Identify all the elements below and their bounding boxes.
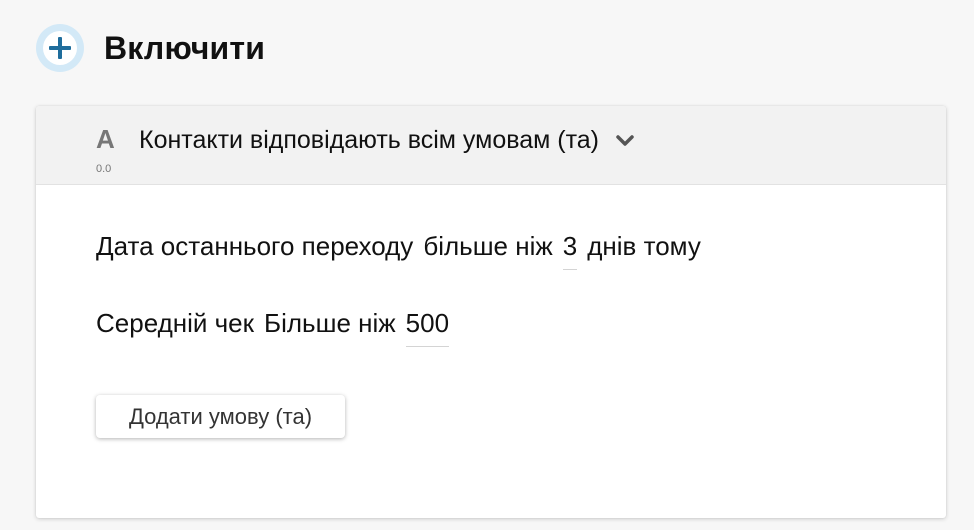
condition-field[interactable]: Дата останнього переходу (96, 231, 413, 262)
include-header: Включити (36, 24, 265, 72)
condition-row: Дата останнього переходу більше ніж 3 дн… (96, 231, 701, 270)
condition-operator[interactable]: Більше ніж (264, 308, 396, 339)
condition-group-card: A 0.0 Контакти відповідають всім умовам … (36, 106, 946, 518)
group-index: 0.0 (96, 163, 112, 175)
condition-field[interactable]: Середній чек (96, 308, 254, 339)
plus-circle-icon[interactable] (36, 24, 84, 72)
condition-value-input[interactable]: 500 (405, 308, 450, 347)
condition-row: Середній чек Більше ніж 500 (96, 308, 459, 347)
group-mode-label: Контакти відповідають всім умовам (та) (139, 126, 599, 154)
condition-value-input[interactable]: 3 (562, 231, 578, 270)
group-letter: A (96, 124, 115, 154)
include-title: Включити (104, 29, 266, 66)
condition-unit: днів тому (587, 231, 701, 261)
group-mode-dropdown[interactable]: Контакти відповідають всім умовам (та) (139, 126, 635, 155)
chevron-down-icon[interactable] (615, 134, 635, 148)
condition-operator[interactable]: більше ніж (423, 231, 552, 262)
add-condition-button[interactable]: Додати умову (та) (96, 395, 345, 438)
condition-group-header: A 0.0 Контакти відповідають всім умовам … (36, 106, 946, 185)
